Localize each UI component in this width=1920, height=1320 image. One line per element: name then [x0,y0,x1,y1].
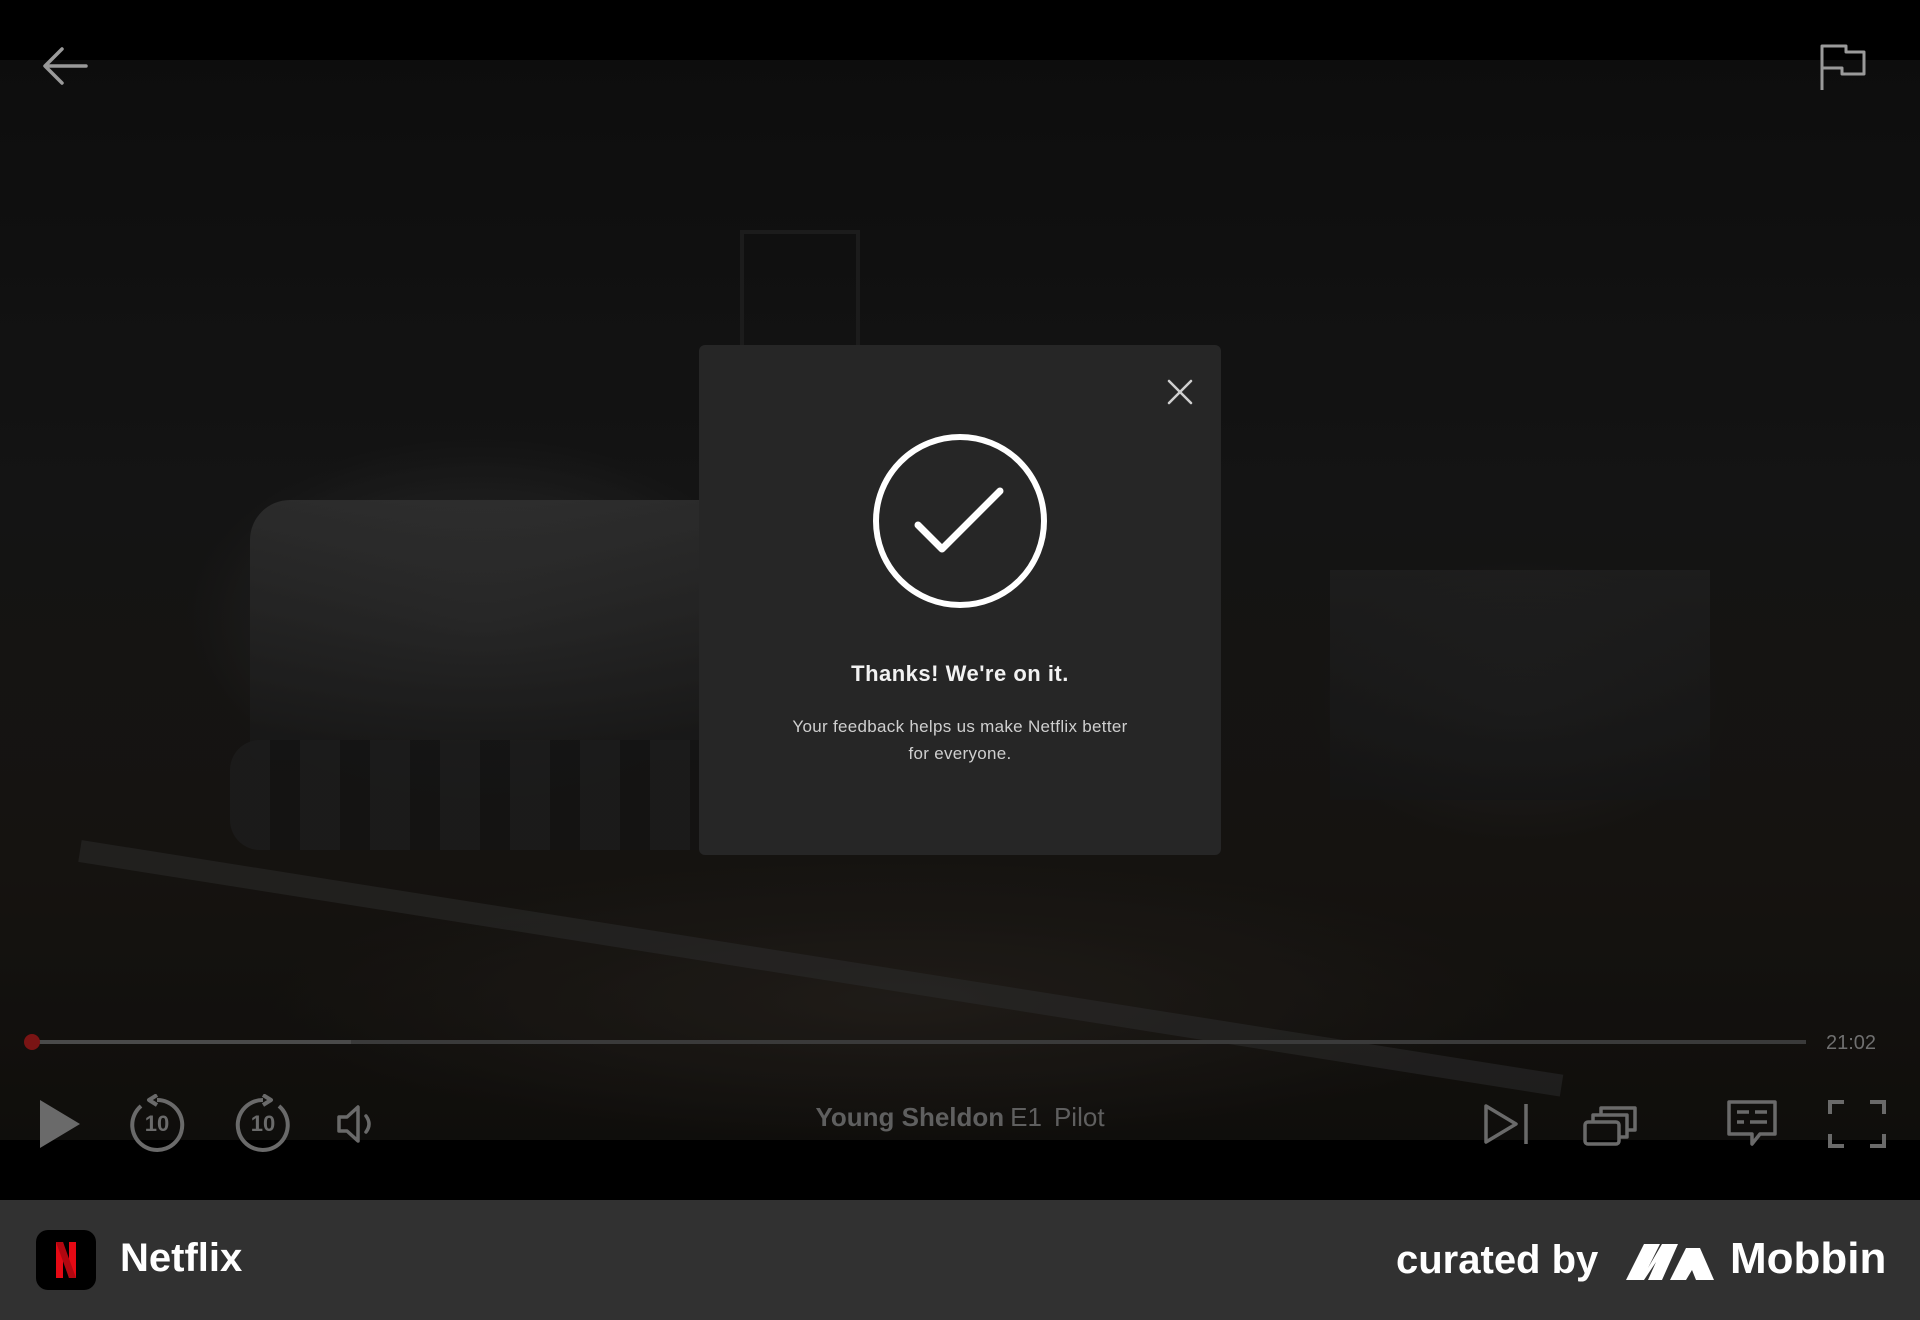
progress-bar[interactable] [24,1034,1806,1050]
time-remaining: 21:02 [1826,1032,1877,1054]
dialog-message: Your feedback helps us make Netflix bett… [792,717,1128,763]
progress-scrubber[interactable] [24,1034,40,1050]
dialog-title: Thanks! We're on it. [851,661,1069,686]
app-name: Netflix [120,1236,243,1280]
footer-bar: Netflix curated by Mobbin [0,1200,1920,1320]
close-icon[interactable] [1165,377,1195,407]
curated-by-label: curated by [1396,1238,1599,1282]
video-player[interactable]: 21:02 10 10 Young Sheldon E1 Pilot Thank… [0,0,1920,1200]
show-title: Young Sheldon [815,1102,1005,1132]
feedback-confirmation-dialog: Thanks! We're on it. Your feedback helps… [699,345,1221,855]
mobbin-brand: Mobbin [1730,1234,1887,1283]
fullscreen-button[interactable] [1828,1100,1886,1148]
episodes-icon [1583,1106,1637,1146]
check-circle-icon [872,433,1048,609]
progress-buffered [32,1040,352,1044]
mobbin-logo-icon [1626,1238,1714,1282]
subtitles-button[interactable] [1726,1098,1778,1150]
next-episode-icon [1484,1104,1528,1144]
episode-number: E1 [1010,1102,1042,1132]
fullscreen-icon [1828,1100,1886,1148]
subtitles-icon [1727,1100,1777,1146]
next-episode-button[interactable] [1482,1100,1532,1148]
report-flag-icon[interactable] [1816,40,1870,94]
episodes-button[interactable] [1582,1100,1638,1148]
back-arrow-icon[interactable] [40,44,90,88]
episode-title: Pilot [1053,1102,1105,1132]
netflix-logo-icon [36,1230,96,1290]
